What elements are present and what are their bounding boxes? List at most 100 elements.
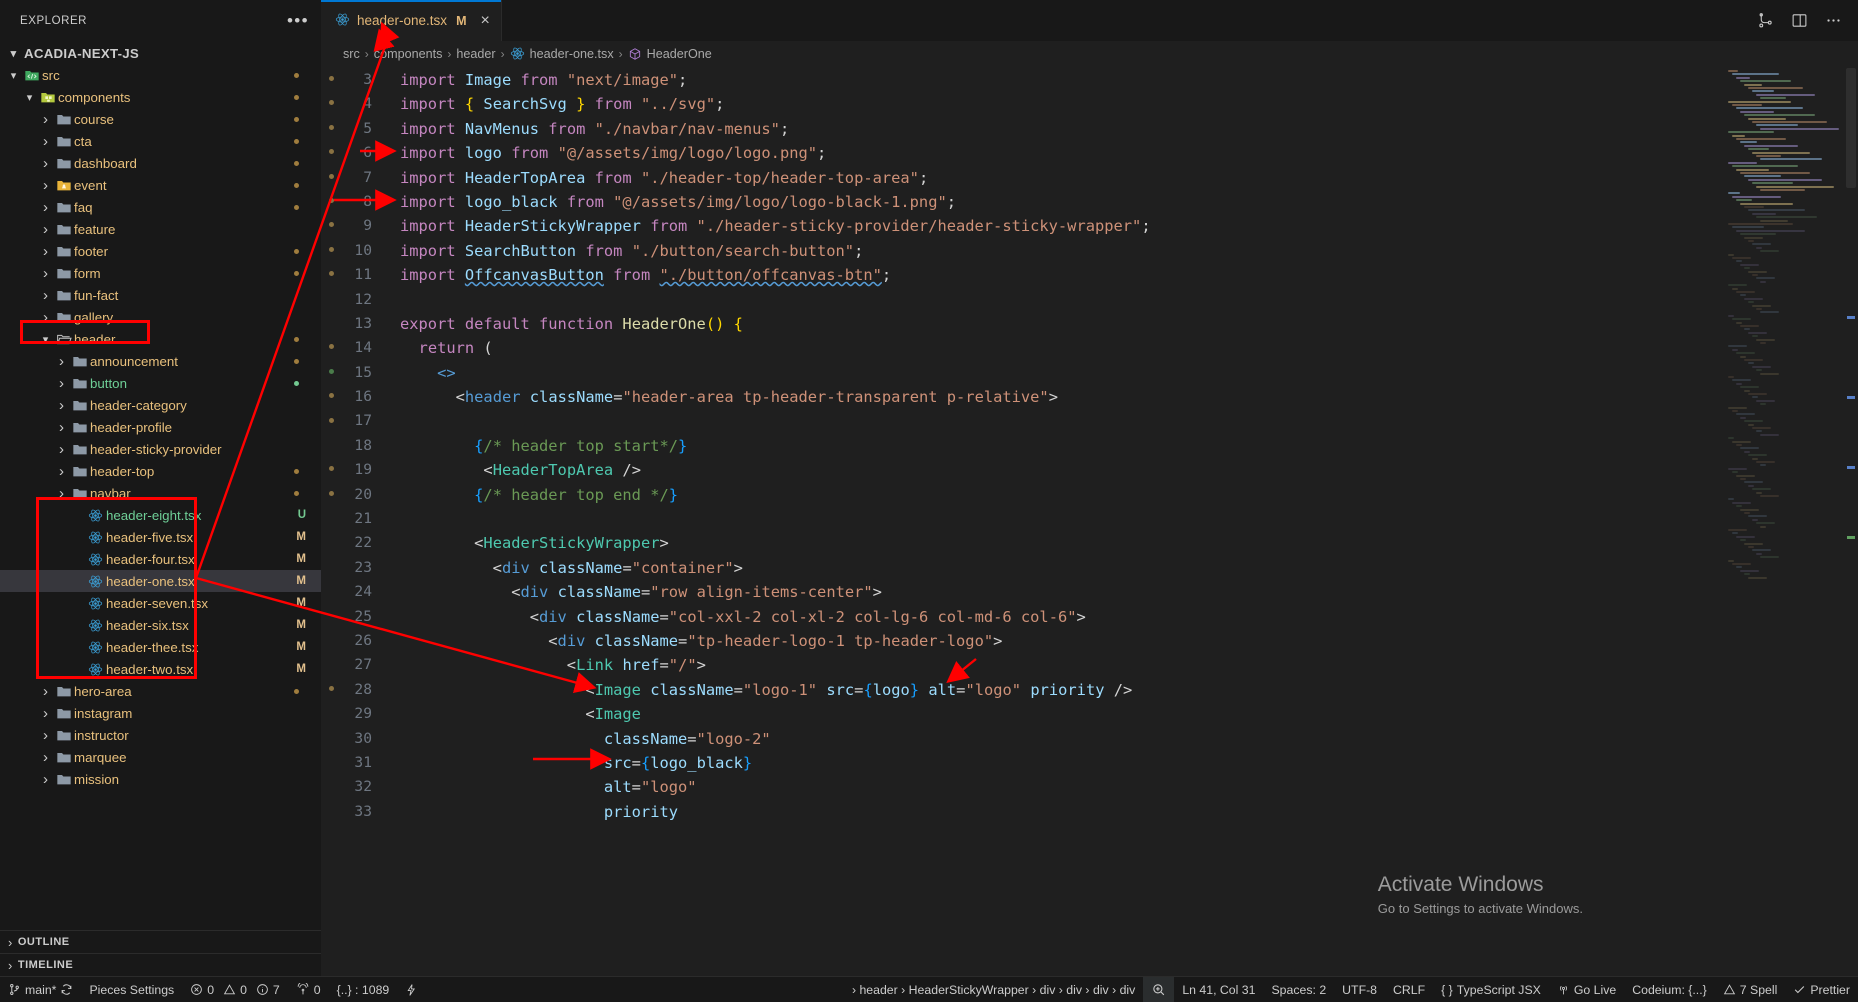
code-line[interactable]: 11 import OffcanvasButton from "./button/… <box>342 263 1858 287</box>
tree-folder-feature[interactable]: feature <box>0 218 321 240</box>
tree-folder-header-sticky-provider[interactable]: header-sticky-provider <box>0 438 321 460</box>
tree-folder-navbar[interactable]: navbar <box>0 482 321 504</box>
tree-file-header-two.tsx[interactable]: header-two.tsx M <box>0 658 321 680</box>
chevron-right-icon[interactable] <box>38 243 53 260</box>
status-branch[interactable]: main* <box>0 977 81 1002</box>
code-line[interactable]: 32 alt="logo" <box>342 775 1858 799</box>
tree-folder-header-top[interactable]: header-top <box>0 460 321 482</box>
tree-folder-footer[interactable]: footer <box>0 240 321 262</box>
chevron-right-icon[interactable] <box>54 485 69 502</box>
status-ports[interactable]: 0 <box>288 977 329 1002</box>
breadcrumb-item-header-one-tsx[interactable]: header-one.tsx <box>530 47 614 61</box>
code-line[interactable]: 20 {/* header top end */} <box>342 483 1858 507</box>
code-line[interactable]: 17 <box>342 409 1858 433</box>
chevron-right-icon[interactable] <box>38 683 53 700</box>
code-line[interactable]: 4 import { SearchSvg } from "../svg"; <box>342 92 1858 116</box>
vertical-scrollbar[interactable] <box>1844 66 1858 976</box>
tree-file-header-six.tsx[interactable]: header-six.tsx M <box>0 614 321 636</box>
breadcrumb[interactable]: src › components › header › header-one.tsx › Hea… <box>321 41 1858 66</box>
tree-folder-button[interactable]: button <box>0 372 321 394</box>
code-line[interactable]: 18 {/* header top start*/} <box>342 434 1858 458</box>
code-line[interactable]: 6 import logo from "@/assets/img/logo/log… <box>342 141 1858 165</box>
tree-root[interactable]: ACADIA-NEXT-JS <box>0 42 321 64</box>
code-line[interactable]: 19 <HeaderTopArea /> <box>342 458 1858 482</box>
code-line[interactable]: 27 <Link href="/"> <box>342 653 1858 677</box>
status-jsx-path[interactable]: › header › HeaderStickyWrapper › div › d… <box>844 977 1143 1002</box>
code-line[interactable]: 16 <header className="header-area tp-hea… <box>342 385 1858 409</box>
code-line[interactable]: 22 <HeaderStickyWrapper> <box>342 531 1858 555</box>
status-problems[interactable]: 0 0 7 <box>182 977 288 1002</box>
tab-close-icon[interactable]: × <box>480 12 489 30</box>
chevron-down-icon[interactable] <box>6 69 21 82</box>
status-encoding[interactable]: UTF-8 <box>1334 977 1385 1002</box>
tree-folder-marquee[interactable]: marquee <box>0 746 321 768</box>
tree-folder-instructor[interactable]: instructor <box>0 724 321 746</box>
chevron-right-icon[interactable] <box>54 441 69 458</box>
code-lines[interactable]: 3 import Image from "next/image"; 4 import … <box>342 66 1858 976</box>
code-line[interactable]: 5 import NavMenus from "./navbar/nav-menu… <box>342 117 1858 141</box>
breadcrumb-item-header[interactable]: header <box>456 47 495 61</box>
status-prettier[interactable]: Prettier <box>1785 977 1858 1002</box>
tree-folder-form[interactable]: form <box>0 262 321 284</box>
code-line[interactable]: 9 import HeaderStickyWrapper from "./head… <box>342 214 1858 238</box>
chevron-right-icon[interactable] <box>54 397 69 414</box>
code-line[interactable]: 26 <div className="tp-header-logo-1 tp-h… <box>342 629 1858 653</box>
code-line[interactable]: 25 <div className="col-xxl-2 col-xl-2 co… <box>342 605 1858 629</box>
chevron-right-icon[interactable] <box>38 705 53 722</box>
chevron-right-icon[interactable] <box>38 111 53 128</box>
code-line[interactable]: 10 import SearchButton from "./button/sea… <box>342 239 1858 263</box>
status-pieces-settings[interactable]: Pieces Settings <box>81 977 182 1002</box>
code-line[interactable]: 23 <div className="container"> <box>342 556 1858 580</box>
chevron-right-icon[interactable] <box>38 199 53 216</box>
chevron-right-icon[interactable] <box>54 375 69 392</box>
tree-file-header-one.tsx[interactable]: header-one.tsx M <box>0 570 321 592</box>
more-actions-icon[interactable] <box>1825 12 1842 29</box>
code-line[interactable]: 14 return ( <box>342 336 1858 360</box>
tree-folder-instagram[interactable]: instagram <box>0 702 321 724</box>
tree-folder-event[interactable]: event <box>0 174 321 196</box>
tree-folder-fun-fact[interactable]: fun-fact <box>0 284 321 306</box>
tab-header-one-tsx[interactable]: header-one.tsx M × <box>321 0 502 41</box>
code-line[interactable]: 12 <box>342 288 1858 312</box>
tree-folder-course[interactable]: course <box>0 108 321 130</box>
status-cursor-position[interactable]: Ln 41, Col 31 <box>1174 977 1263 1002</box>
chevron-right-icon[interactable] <box>38 265 53 282</box>
chevron-right-icon[interactable] <box>38 221 53 238</box>
chevron-right-icon[interactable] <box>38 771 53 788</box>
status-zoom-button[interactable] <box>1143 977 1175 1002</box>
status-codeium[interactable]: Codeium: {...} <box>1624 977 1715 1002</box>
chevron-down-icon[interactable] <box>38 333 53 346</box>
tree-folder-header-profile[interactable]: header-profile <box>0 416 321 438</box>
breadcrumb-item-components[interactable]: components <box>374 47 443 61</box>
tree-file-header-seven.tsx[interactable]: header-seven.tsx M <box>0 592 321 614</box>
chevron-right-icon[interactable] <box>38 133 53 150</box>
code-line[interactable]: 24 <div className="row align-items-cente… <box>342 580 1858 604</box>
tree-folder-mission[interactable]: mission <box>0 768 321 790</box>
code-line[interactable]: 33 priority <box>342 800 1858 824</box>
file-tree[interactable]: ACADIA-NEXT-JS src components course cta dash… <box>0 41 321 930</box>
split-editor-icon[interactable] <box>1791 12 1808 29</box>
tree-folder-header-category[interactable]: header-category <box>0 394 321 416</box>
tree-folder-cta[interactable]: cta <box>0 130 321 152</box>
chevron-right-icon[interactable] <box>54 463 69 480</box>
status-eol[interactable]: CRLF <box>1385 977 1433 1002</box>
tree-folder-header[interactable]: header <box>0 328 321 350</box>
code-line[interactable]: 30 className="logo-2" <box>342 727 1858 751</box>
breadcrumb-item-headerone[interactable]: HeaderOne <box>647 47 712 61</box>
breadcrumb-item-src[interactable]: src <box>343 47 360 61</box>
scrollbar-thumb[interactable] <box>1846 68 1856 188</box>
chevron-right-icon[interactable] <box>38 155 53 172</box>
chevron-right-icon[interactable] <box>38 727 53 744</box>
status-language-mode[interactable]: { } TypeScript JSX <box>1433 977 1549 1002</box>
tree-file-header-eight.tsx[interactable]: header-eight.tsx U <box>0 504 321 526</box>
tree-folder-announcement[interactable]: announcement <box>0 350 321 372</box>
code-line[interactable]: 13 export default function HeaderOne() { <box>342 312 1858 336</box>
status-indentation[interactable]: Spaces: 2 <box>1263 977 1334 1002</box>
code-line[interactable]: 7 import HeaderTopArea from "./header-top… <box>342 166 1858 190</box>
timeline-panel-header[interactable]: › TIMELINE <box>0 953 321 976</box>
outline-panel-header[interactable]: › OUTLINE <box>0 930 321 953</box>
code-line[interactable]: 15 <> <box>342 361 1858 385</box>
tree-folder-src[interactable]: src <box>0 64 321 86</box>
status-go-live[interactable]: Go Live <box>1549 977 1624 1002</box>
chevron-right-icon[interactable] <box>38 309 53 326</box>
